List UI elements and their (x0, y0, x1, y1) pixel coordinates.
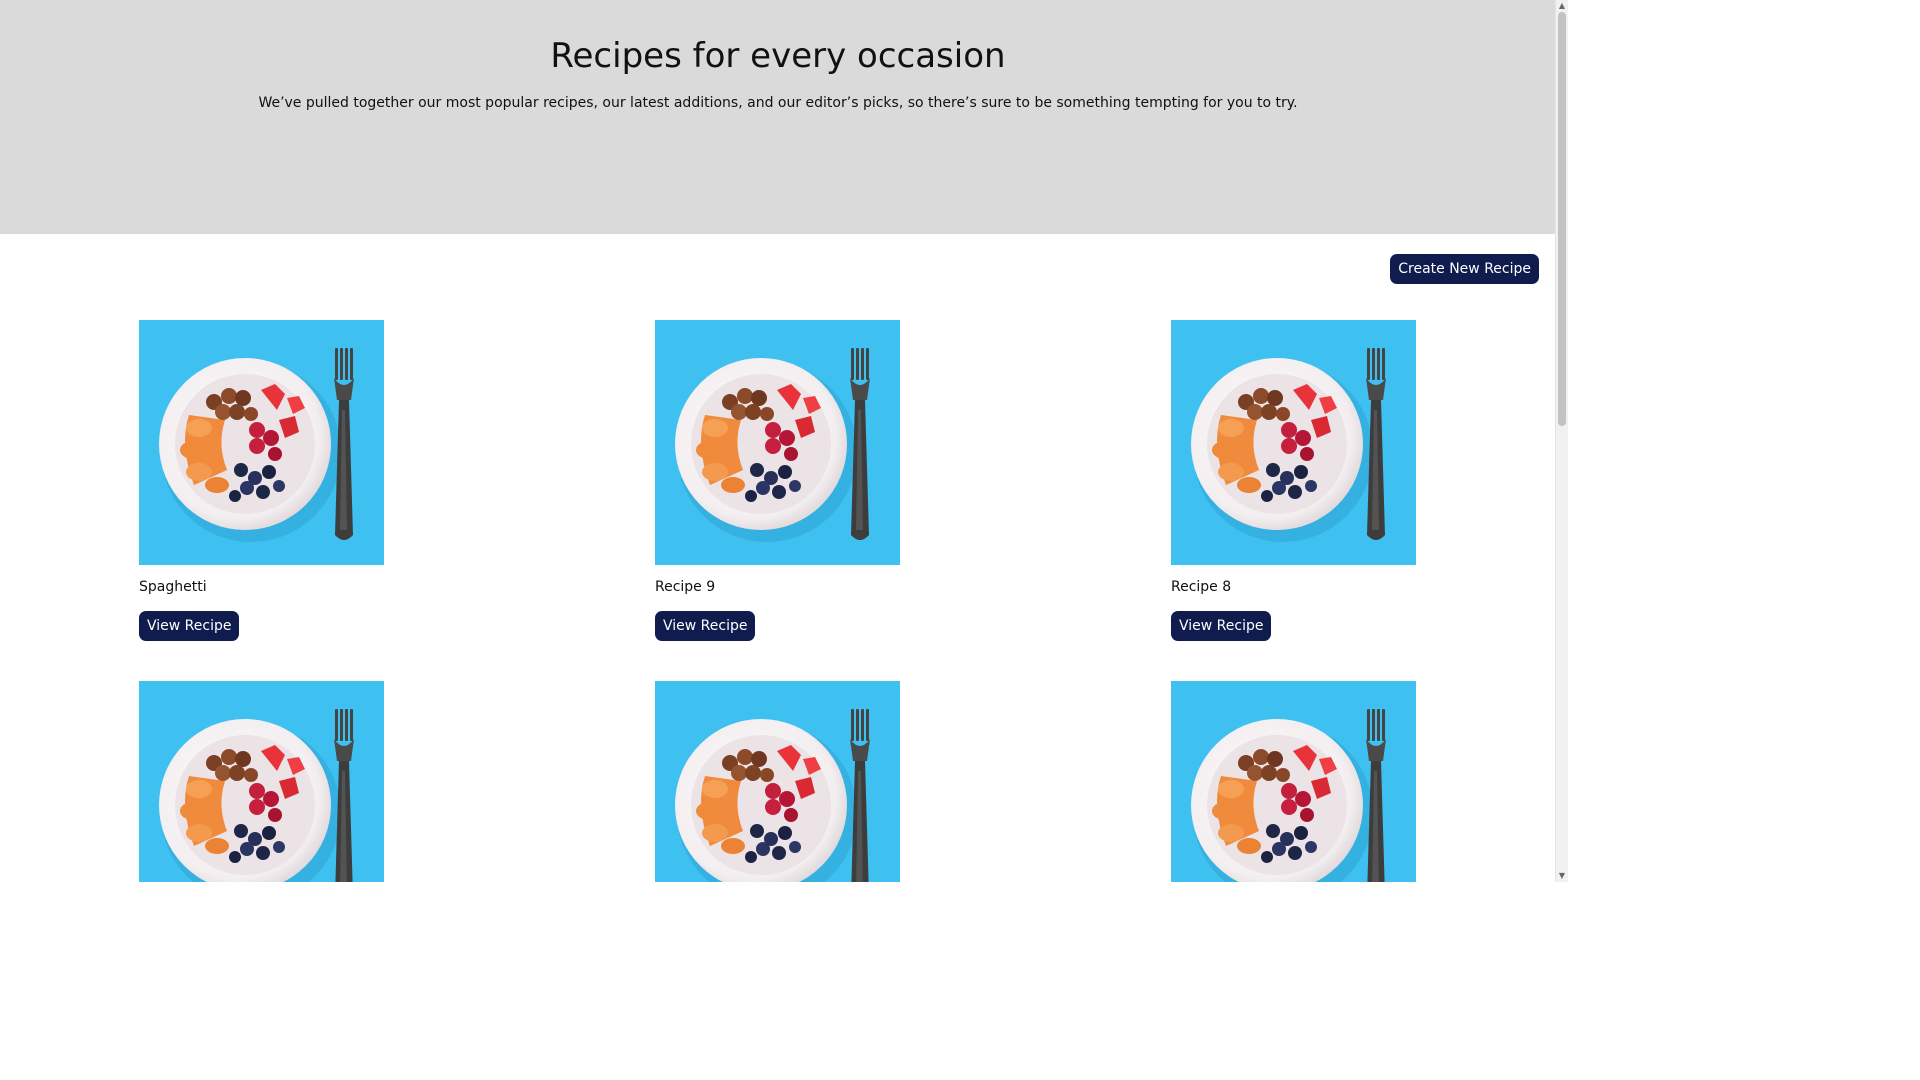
recipes-page: Recipes for every occasion We’ve pulled … (0, 0, 1568, 882)
recipe-title: Recipe 9 (655, 579, 716, 595)
page-title: Recipes for every occasion (550, 36, 1006, 76)
recipe-image[interactable] (139, 320, 384, 565)
recipe-card: Spaghetti View Recipe (139, 320, 384, 641)
create-recipe-button[interactable]: Create New Recipe (1390, 254, 1539, 284)
scroll-up-icon[interactable]: ▲ (1556, 0, 1568, 12)
recipe-image[interactable] (139, 681, 384, 882)
hero-banner: Recipes for every occasion We’ve pulled … (0, 0, 1556, 234)
recipe-card (1171, 681, 1416, 882)
vertical-scrollbar[interactable]: ▲ ▼ (1555, 0, 1568, 882)
recipe-title: Spaghetti (139, 579, 207, 595)
recipe-image[interactable] (655, 681, 900, 882)
recipe-card: Recipe 9 View Recipe (655, 320, 900, 641)
recipe-card (139, 681, 384, 882)
view-recipe-button[interactable]: View Recipe (139, 611, 240, 641)
recipe-image[interactable] (1171, 320, 1416, 565)
scrollbar-thumb[interactable] (1558, 12, 1566, 426)
recipe-card: Recipe 8 View Recipe (1171, 320, 1416, 641)
recipe-image[interactable] (655, 320, 900, 565)
recipe-image[interactable] (1171, 681, 1416, 882)
page-subtitle: We’ve pulled together our most popular r… (258, 95, 1298, 111)
view-recipe-button[interactable]: View Recipe (655, 611, 756, 641)
recipe-card (655, 681, 900, 882)
scroll-down-icon[interactable]: ▼ (1556, 870, 1568, 882)
view-recipe-button[interactable]: View Recipe (1171, 611, 1272, 641)
recipe-title: Recipe 8 (1171, 579, 1232, 595)
